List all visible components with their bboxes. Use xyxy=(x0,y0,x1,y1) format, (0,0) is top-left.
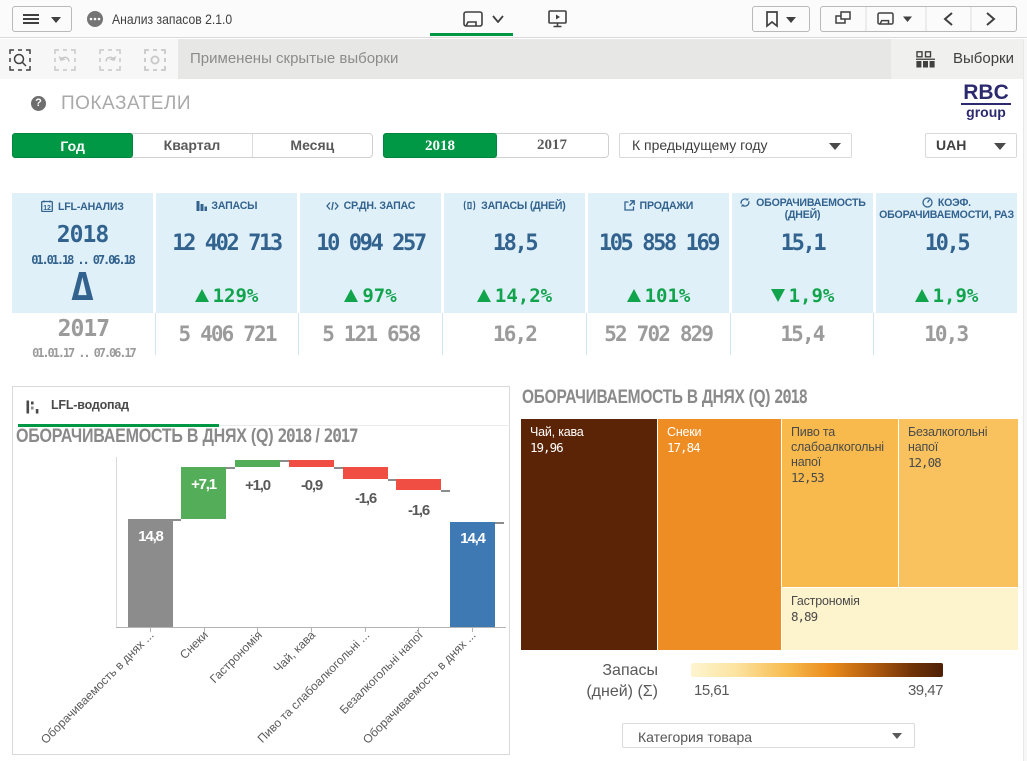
svg-text:12: 12 xyxy=(44,205,52,212)
